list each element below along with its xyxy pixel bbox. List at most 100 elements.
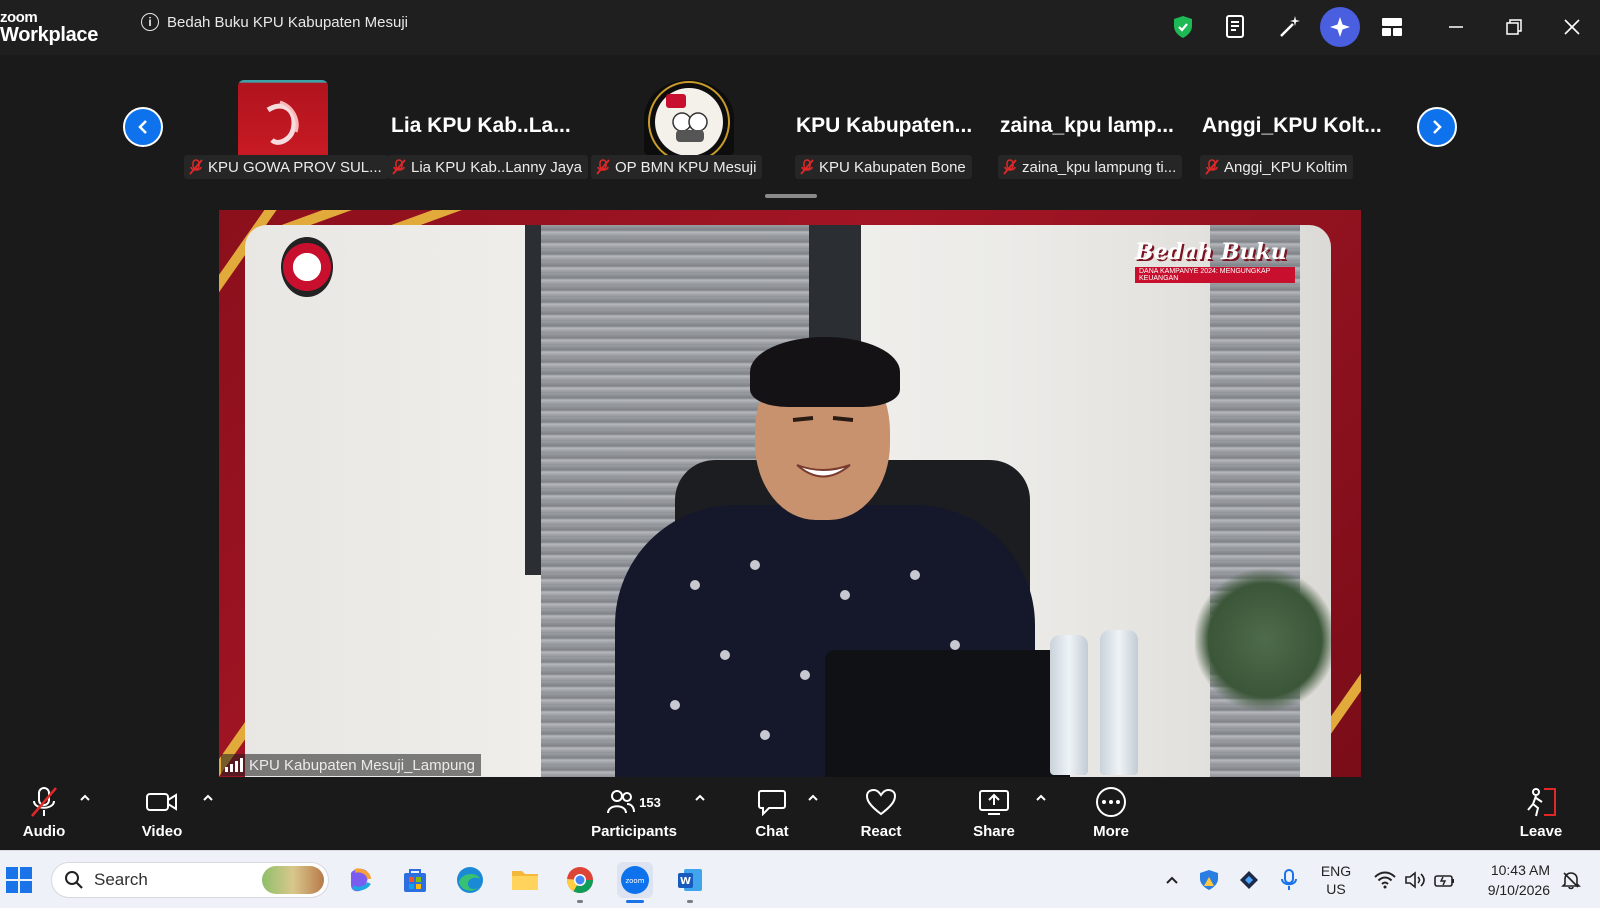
speaker-name-label: KPU Kabupaten Mesuji_Lampung (221, 754, 481, 776)
search-highlight-image (262, 866, 324, 894)
strip-prev-button[interactable] (123, 107, 163, 147)
scene-plant (1195, 565, 1331, 715)
mic-muted-icon (1204, 159, 1220, 175)
zoom-app-icon[interactable]: zoom (617, 862, 653, 903)
mic-muted-icon (391, 159, 407, 175)
participant-avatar (238, 80, 328, 156)
strip-page-indicator (765, 194, 817, 198)
lang-bottom: US (1326, 881, 1346, 897)
more-button[interactable]: More (1089, 785, 1133, 840)
share-options-chevron-up-icon[interactable] (1034, 791, 1048, 805)
participants-label: Participants (591, 823, 677, 840)
edge-browser-icon[interactable] (452, 862, 488, 898)
audio-button[interactable]: Audio (22, 785, 66, 840)
participant-name: KPU GOWA PROV SUL... (208, 158, 382, 176)
taskbar-search[interactable]: Search (51, 862, 329, 898)
scene-laptop (825, 650, 1070, 777)
video-button[interactable]: Video (140, 785, 184, 840)
more-dots-icon (1095, 785, 1127, 819)
participant-big-name: zaina_kpu lamp... (1000, 114, 1174, 137)
os-taskbar: Search zoom W ENG US 10:43 AM 9/10/2026 (0, 850, 1600, 908)
scene-bottle (1100, 630, 1138, 775)
microsoft-store-icon[interactable] (397, 862, 433, 898)
participant-name: Lia KPU Kab..Lanny Jaya (411, 158, 582, 176)
wifi-icon[interactable] (1372, 851, 1398, 908)
show-hidden-icons-chevron-up-icon[interactable] (1157, 851, 1187, 908)
word-app-icon[interactable]: W (672, 862, 708, 903)
signal-strength-icon (225, 758, 243, 772)
ai-companion-icon[interactable] (1320, 7, 1360, 47)
meeting-title: Bedah Buku KPU Kabupaten Mesuji (167, 13, 408, 31)
security-warning-icon[interactable] (1194, 851, 1224, 908)
windows-start-icon[interactable] (6, 867, 32, 893)
video-label: Video (141, 823, 183, 840)
chrome-icon[interactable] (562, 862, 598, 903)
camera-icon (145, 785, 179, 819)
language-indicator[interactable]: ENG US (1316, 851, 1356, 908)
participant-name-pill: KPU GOWA PROV SUL... (184, 155, 388, 179)
restore-icon[interactable] (1499, 12, 1529, 42)
participant-strip: KPU GOWA PROV SUL... Lia KPU Kab..La... … (0, 55, 1600, 205)
mic-muted-icon (595, 159, 611, 175)
participant-big-name: KPU Kabupaten... (796, 114, 973, 137)
magic-wand-icon[interactable] (1275, 12, 1305, 42)
chat-bubble-icon (757, 785, 787, 819)
brand-bottom: Workplace (0, 24, 99, 46)
participants-button[interactable]: 153 Participants (589, 785, 679, 840)
running-indicator (687, 900, 693, 903)
search-placeholder: Search (94, 870, 148, 889)
copilot-icon[interactable] (342, 862, 378, 898)
participant-avatar (644, 80, 734, 156)
audio-label: Audio (22, 823, 66, 840)
chevron-left-icon (138, 120, 147, 134)
participant-name: OP BMN KPU Mesuji (615, 158, 757, 176)
notes-icon[interactable] (1221, 12, 1251, 42)
video-options-chevron-up-icon[interactable] (201, 791, 215, 805)
event-logo-subtitle: DANA KAMPANYE 2024: MENGUNGKAP KEUANGAN (1135, 267, 1295, 283)
file-explorer-icon[interactable] (507, 862, 543, 898)
event-logo-title: Bedah Buku (1135, 239, 1287, 265)
share-label: Share (973, 823, 1015, 840)
security-shield-icon[interactable] (1168, 12, 1198, 42)
info-icon[interactable]: i (141, 13, 159, 31)
participant-name: Anggi_KPU Koltim (1224, 158, 1348, 176)
app-tray-diamond-icon[interactable] (1234, 851, 1264, 908)
more-label: More (1093, 823, 1129, 840)
title-bar: zoom Workplace i Bedah Buku KPU Kabupate… (0, 0, 1600, 55)
participants-count: 153 (639, 794, 661, 810)
react-button[interactable]: React (859, 785, 903, 840)
chevron-right-icon (1433, 120, 1442, 134)
participant-name-pill: zaina_kpu lampung ti... (998, 155, 1183, 179)
active-speaker-video[interactable]: Bedah Buku DANA KAMPANYE 2024: MENGUNGKA… (219, 210, 1361, 777)
event-logo: Bedah Buku DANA KAMPANYE 2024: MENGUNGKA… (1135, 239, 1295, 299)
participants-icon: 153 (607, 785, 661, 819)
mic-muted-icon (188, 159, 204, 175)
react-label: React (860, 823, 902, 840)
participants-options-chevron-up-icon[interactable] (693, 791, 707, 805)
share-button[interactable]: Share (972, 785, 1016, 840)
apps-icon[interactable] (1377, 12, 1407, 42)
chat-button[interactable]: Chat (752, 785, 792, 840)
mic-muted-icon (799, 159, 815, 175)
notifications-bell-icon[interactable] (1556, 851, 1586, 908)
meeting-info[interactable]: i Bedah Buku KPU Kabupaten Mesuji (141, 13, 408, 31)
minimize-icon[interactable] (1441, 12, 1471, 42)
microphone-icon[interactable] (1274, 851, 1304, 908)
system-clock[interactable]: 10:43 AM 9/10/2026 (1466, 851, 1550, 908)
scene-person-hair (750, 337, 900, 407)
volume-icon[interactable] (1402, 851, 1428, 908)
strip-next-button[interactable] (1417, 107, 1457, 147)
close-icon[interactable] (1557, 12, 1587, 42)
heart-icon (865, 785, 897, 819)
video-scene: Bedah Buku DANA KAMPANYE 2024: MENGUNGKA… (245, 225, 1331, 777)
mic-muted-icon (29, 785, 59, 819)
participant-name: KPU Kabupaten Bone (819, 158, 966, 176)
audio-options-chevron-up-icon[interactable] (78, 791, 92, 805)
chat-label: Chat (755, 823, 789, 840)
share-screen-icon (978, 785, 1010, 819)
meeting-toolbar: Audio Video 153 Participants Chat React … (0, 777, 1600, 850)
battery-icon[interactable] (1432, 851, 1458, 908)
leave-button[interactable]: Leave (1519, 785, 1563, 840)
chat-options-chevron-up-icon[interactable] (806, 791, 820, 805)
clock-date: 9/10/2026 (1487, 882, 1550, 898)
